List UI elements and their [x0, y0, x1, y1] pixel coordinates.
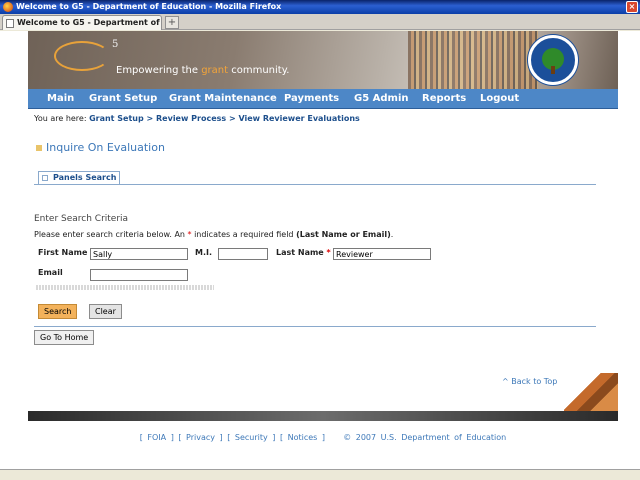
last-name-label-text: Last Name	[276, 248, 324, 257]
tagline-part: Empowering the	[116, 65, 202, 76]
seal-trunk	[551, 66, 555, 74]
footer-bracket: ] [	[215, 433, 235, 442]
new-tab-button[interactable]: +	[165, 16, 179, 29]
g5-logo	[54, 41, 110, 71]
page-viewport: 5 Empowering the grant community. Main G…	[0, 31, 640, 469]
department-seal-icon	[528, 35, 578, 85]
nav-reports[interactable]: Reports	[422, 89, 466, 109]
footer-bracket: ] [	[267, 433, 288, 442]
browser-tab[interactable]: Welcome to G5 - Department of Edu...	[2, 15, 162, 30]
last-name-label: Last Name *	[276, 248, 331, 257]
tagline-part: community.	[228, 65, 290, 76]
tab-strip: Welcome to G5 - Department of Edu... +	[0, 14, 640, 30]
breadcrumb-prefix: You are here:	[34, 114, 90, 123]
footer-link-foia[interactable]: FOIA	[147, 433, 166, 442]
footer-copyright: © 2007 U.S. Department of Education	[343, 433, 507, 442]
page-container: 5 Empowering the grant community. Main G…	[28, 31, 618, 469]
firefox-icon	[3, 2, 13, 12]
footer-link-security[interactable]: Security	[235, 433, 268, 442]
bookshelf-image	[408, 31, 538, 89]
form-instructions: Please enter search criteria below. An *…	[34, 230, 393, 239]
tagline-accent: grant	[201, 65, 229, 76]
g5-logo-number: 5	[112, 39, 119, 50]
form-divider	[34, 326, 596, 327]
title-bullet-icon	[36, 145, 42, 151]
tab-underline	[34, 184, 596, 185]
nav-grant-setup[interactable]: Grant Setup	[89, 89, 157, 109]
window-titlebar: Welcome to G5 - Department of Education …	[0, 0, 640, 14]
window-title: Welcome to G5 - Department of Education …	[16, 2, 282, 11]
instructions-text: .	[390, 230, 394, 239]
first-name-field[interactable]	[90, 248, 188, 260]
mi-label: M.I.	[195, 248, 213, 257]
page-title: Inquire On Evaluation	[36, 141, 165, 154]
footer-link-privacy[interactable]: Privacy	[186, 433, 215, 442]
clear-button[interactable]: Clear	[89, 304, 122, 319]
page-icon	[6, 19, 14, 28]
footer-bracket: ]	[317, 433, 344, 442]
tagline: Empowering the grant community.	[116, 65, 289, 76]
back-to-top-link[interactable]: ^ Back to Top	[502, 377, 557, 386]
status-bar	[0, 469, 640, 480]
window-close-button[interactable]: ×	[626, 1, 638, 13]
breadcrumb-separator: >	[143, 114, 157, 123]
go-to-home-button[interactable]: Go To Home	[34, 330, 95, 345]
breadcrumb-view-reviewer-evaluations[interactable]: View Reviewer Evaluations	[238, 114, 359, 123]
breadcrumb-review-process[interactable]: Review Process	[156, 114, 226, 123]
corner-photo	[564, 373, 618, 411]
instructions-text: Please enter search criteria below. An	[34, 230, 188, 239]
nav-main[interactable]: Main	[47, 89, 74, 109]
nav-grant-maintenance[interactable]: Grant Maintenance	[169, 89, 277, 109]
main-nav: Main Grant Setup Grant Maintenance Payme…	[28, 89, 618, 109]
browser-tab-label: Welcome to G5 - Department of Edu...	[17, 18, 161, 27]
breadcrumb-separator: >	[226, 114, 239, 123]
tab-panels-search-label: Panels Search	[53, 173, 117, 182]
dotted-divider	[36, 285, 214, 290]
search-button[interactable]: Search	[38, 304, 78, 319]
footer-links: [ FOIA ] [ Privacy ] [ Security ] [ Noti…	[28, 433, 618, 442]
email-label: Email	[38, 268, 63, 277]
search-criteria-heading: Enter Search Criteria	[34, 214, 129, 224]
breadcrumb-grant-setup[interactable]: Grant Setup	[89, 114, 144, 123]
breadcrumb: You are here: Grant Setup > Review Proce…	[34, 114, 360, 123]
last-name-field[interactable]	[333, 248, 431, 260]
nav-logout[interactable]: Logout	[480, 89, 519, 109]
mi-field[interactable]	[218, 248, 268, 260]
email-field[interactable]	[90, 269, 188, 281]
tab-panels-search[interactable]: Panels Search	[38, 171, 120, 185]
footer-bracket: ] [	[166, 433, 187, 442]
instructions-text: indicates a required field	[191, 230, 297, 239]
first-name-label: First Name	[38, 248, 88, 257]
nav-payments[interactable]: Payments	[284, 89, 339, 109]
tab-expand-icon	[42, 175, 48, 181]
required-marker: *	[326, 248, 331, 257]
nav-g5-admin[interactable]: G5 Admin	[354, 89, 409, 109]
footer-band	[28, 411, 618, 421]
instructions-required-fields: (Last Name or Email)	[296, 230, 391, 239]
header-banner: 5 Empowering the grant community.	[28, 31, 618, 89]
page-title-text: Inquire On Evaluation	[46, 141, 165, 154]
footer-link-notices[interactable]: Notices	[288, 433, 318, 442]
